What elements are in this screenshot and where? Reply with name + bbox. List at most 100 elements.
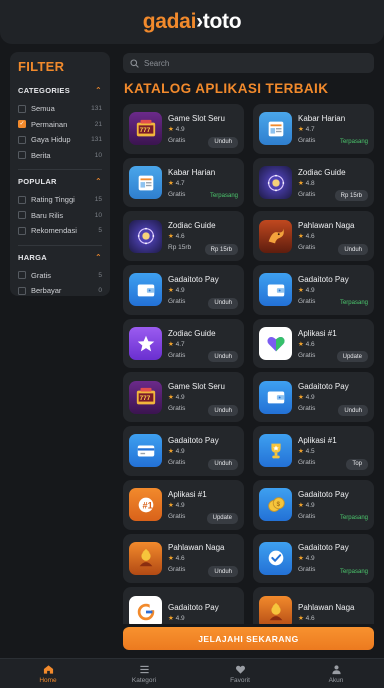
app-card[interactable]: Aplikasi #1 ★ 4.6 Gratis Update bbox=[253, 318, 374, 369]
app-action-button[interactable]: Unduh bbox=[208, 351, 238, 363]
app-card[interactable]: Gadaitoto Pay ★ 4.9 Gratis Unduh bbox=[253, 372, 374, 423]
logo[interactable]: gadai›toto bbox=[143, 10, 242, 34]
app-action-button[interactable]: Unduh bbox=[208, 458, 238, 470]
app-card[interactable]: Gadaitoto Pay ★ 4.9 Gratis Terpasang bbox=[253, 265, 374, 315]
star-icon: ★ bbox=[168, 614, 174, 622]
filter-option[interactable]: Berita 10 bbox=[18, 148, 102, 164]
nav-item-user[interactable]: Akun bbox=[301, 664, 371, 684]
app-action-button[interactable]: Unduh bbox=[208, 136, 238, 148]
star-icon[interactable] bbox=[129, 327, 162, 361]
filter-checkbox[interactable] bbox=[18, 195, 26, 204]
filter-option[interactable]: Gaya Hidup 131 bbox=[18, 132, 102, 148]
trophy-icon[interactable] bbox=[259, 434, 292, 468]
app-rating: ★ 4.9 bbox=[298, 393, 374, 401]
wallet-icon[interactable] bbox=[129, 273, 162, 307]
filter-section-header[interactable]: POPULAR ⌃ bbox=[18, 177, 102, 186]
wallet-icon[interactable] bbox=[259, 380, 292, 414]
filter-checkbox[interactable] bbox=[18, 211, 26, 220]
zodiac-icon[interactable] bbox=[129, 219, 162, 253]
nav-item-heart[interactable]: Favorit bbox=[205, 664, 275, 684]
chevron-up-icon[interactable]: ⌃ bbox=[95, 86, 102, 95]
app-card[interactable]: Gadaitoto Pay ★ 4.9 Gratis Unduh bbox=[123, 426, 244, 476]
filter-section-header[interactable]: CATEGORIES ⌃ bbox=[18, 86, 102, 95]
filter-option[interactable]: Gratis 5 bbox=[18, 268, 102, 284]
number-one-icon[interactable]: #1 bbox=[129, 488, 162, 522]
app-card[interactable]: Pahlawan Naga ★ 4.6 Gratis Unduh bbox=[123, 533, 244, 584]
app-rating: ★ 4.7 bbox=[298, 125, 374, 133]
chevron-up-icon[interactable]: ⌃ bbox=[95, 253, 102, 262]
app-card[interactable]: $ Gadaitoto Pay ★ 4.9 Gratis Terpasang bbox=[253, 479, 374, 530]
slot-machine-icon[interactable]: 777 bbox=[129, 380, 162, 414]
app-card[interactable]: 777 Game Slot Seru ★ 4.9 Gratis Unduh bbox=[123, 372, 244, 423]
app-card[interactable]: Kabar Harian ★ 4.7 Gratis Terpasang bbox=[123, 157, 244, 208]
svg-text:$: $ bbox=[276, 501, 280, 508]
star-icon: ★ bbox=[168, 233, 174, 241]
app-action-button[interactable]: Update bbox=[206, 512, 238, 524]
chevron-up-icon[interactable]: ⌃ bbox=[95, 177, 102, 186]
app-action-button[interactable]: Unduh bbox=[208, 405, 238, 417]
filter-option[interactable]: Rating Tinggi 15 bbox=[18, 192, 102, 208]
filter-option[interactable]: Berbayar 0 bbox=[18, 283, 102, 299]
warrior-icon[interactable] bbox=[259, 595, 292, 624]
app-card[interactable]: Zodiac Guide ★ 4.8 Gratis Rp 15rb bbox=[253, 157, 374, 208]
filter-checkbox[interactable] bbox=[18, 151, 26, 160]
news-icon[interactable] bbox=[129, 166, 162, 200]
dragon-icon[interactable] bbox=[259, 219, 292, 253]
filter-option[interactable]: Rekomendasi 5 bbox=[18, 223, 102, 239]
heart-icon[interactable] bbox=[259, 327, 292, 361]
app-action-button[interactable]: Top bbox=[346, 458, 368, 470]
logo-text-secondary: ›toto bbox=[196, 10, 242, 33]
app-card[interactable]: Zodiac Guide ★ 4.6 Rp 15rb Rp 15rb bbox=[123, 211, 244, 262]
app-card[interactable]: Pahlawan Naga ★ 4.6 Gratis Unduh bbox=[253, 211, 374, 262]
coins-icon[interactable]: $ bbox=[259, 488, 292, 522]
filter-checkbox[interactable] bbox=[18, 286, 26, 295]
app-card[interactable]: Pahlawan Naga ★ 4.6 bbox=[253, 587, 374, 624]
app-action-button[interactable]: Rp 15rb bbox=[204, 244, 238, 256]
star-icon: ★ bbox=[168, 179, 174, 187]
home-icon bbox=[43, 664, 53, 674]
app-card[interactable]: 777 Game Slot Seru ★ 4.9 Gratis Unduh bbox=[123, 104, 244, 154]
app-card[interactable]: Zodiac Guide ★ 4.7 Gratis Unduh bbox=[123, 318, 244, 369]
search-bar[interactable] bbox=[123, 53, 374, 73]
search-input[interactable] bbox=[144, 58, 364, 68]
app-card[interactable]: Aplikasi #1 ★ 4.5 Gratis Top bbox=[253, 426, 374, 476]
slot-machine-icon[interactable]: 777 bbox=[129, 112, 162, 146]
app-name: Gadaitoto Pay bbox=[168, 602, 219, 612]
warrior-icon[interactable] bbox=[129, 541, 162, 575]
app-action-button[interactable]: Rp 15rb bbox=[334, 190, 368, 202]
nav-item-list[interactable]: Kategori bbox=[109, 664, 179, 684]
rating-value: 4.7 bbox=[175, 340, 185, 348]
app-action-button[interactable]: Unduh bbox=[208, 566, 238, 578]
filter-checkbox[interactable]: ✓ bbox=[18, 120, 26, 129]
filter-checkbox[interactable] bbox=[18, 271, 26, 280]
app-action-button[interactable]: Unduh bbox=[338, 244, 368, 256]
app-card[interactable]: Gadaitoto Pay ★ 4.9 Gratis Unduh bbox=[123, 265, 244, 315]
app-rating: ★ 4.9 bbox=[168, 393, 244, 401]
filter-option[interactable]: Baru Rilis 10 bbox=[18, 208, 102, 224]
filter-option[interactable]: Semua 131 bbox=[18, 101, 102, 117]
rating-value: 4.9 bbox=[305, 394, 315, 402]
app-action-button[interactable]: Update bbox=[336, 351, 368, 363]
wallet-icon[interactable] bbox=[259, 273, 292, 307]
nav-item-home[interactable]: Home bbox=[13, 664, 83, 684]
news-icon[interactable] bbox=[259, 112, 292, 146]
filter-checkbox[interactable] bbox=[18, 226, 26, 235]
app-card[interactable]: #1 Aplikasi #1 ★ 4.9 Gratis Update bbox=[123, 479, 244, 530]
app-card[interactable]: Gadaitoto Pay ★ 4.9 Gratis Terpasang bbox=[253, 533, 374, 584]
app-card[interactable]: Kabar Harian ★ 4.7 Gratis Terpasang bbox=[253, 104, 374, 154]
app-name: Gadaitoto Pay bbox=[298, 274, 349, 284]
card-icon[interactable] bbox=[129, 434, 162, 468]
rating-value: 4.9 bbox=[175, 125, 185, 133]
zodiac-icon[interactable] bbox=[259, 166, 292, 200]
app-card[interactable]: Gadaitoto Pay ★ 4.9 bbox=[123, 587, 244, 624]
rating-value: 4.9 bbox=[305, 501, 315, 509]
filter-checkbox[interactable] bbox=[18, 135, 26, 144]
check-shield-icon[interactable] bbox=[259, 541, 292, 575]
filter-option[interactable]: ✓ Permainan 21 bbox=[18, 117, 102, 133]
g-logo-icon[interactable] bbox=[129, 595, 162, 624]
filter-checkbox[interactable] bbox=[18, 104, 26, 113]
filter-section-header[interactable]: HARGA ⌃ bbox=[18, 253, 102, 262]
app-action-button[interactable]: Unduh bbox=[208, 297, 238, 309]
app-action-button[interactable]: Unduh bbox=[338, 405, 368, 417]
explore-now-button[interactable]: JELAJAHI SEKARANG bbox=[123, 627, 374, 650]
